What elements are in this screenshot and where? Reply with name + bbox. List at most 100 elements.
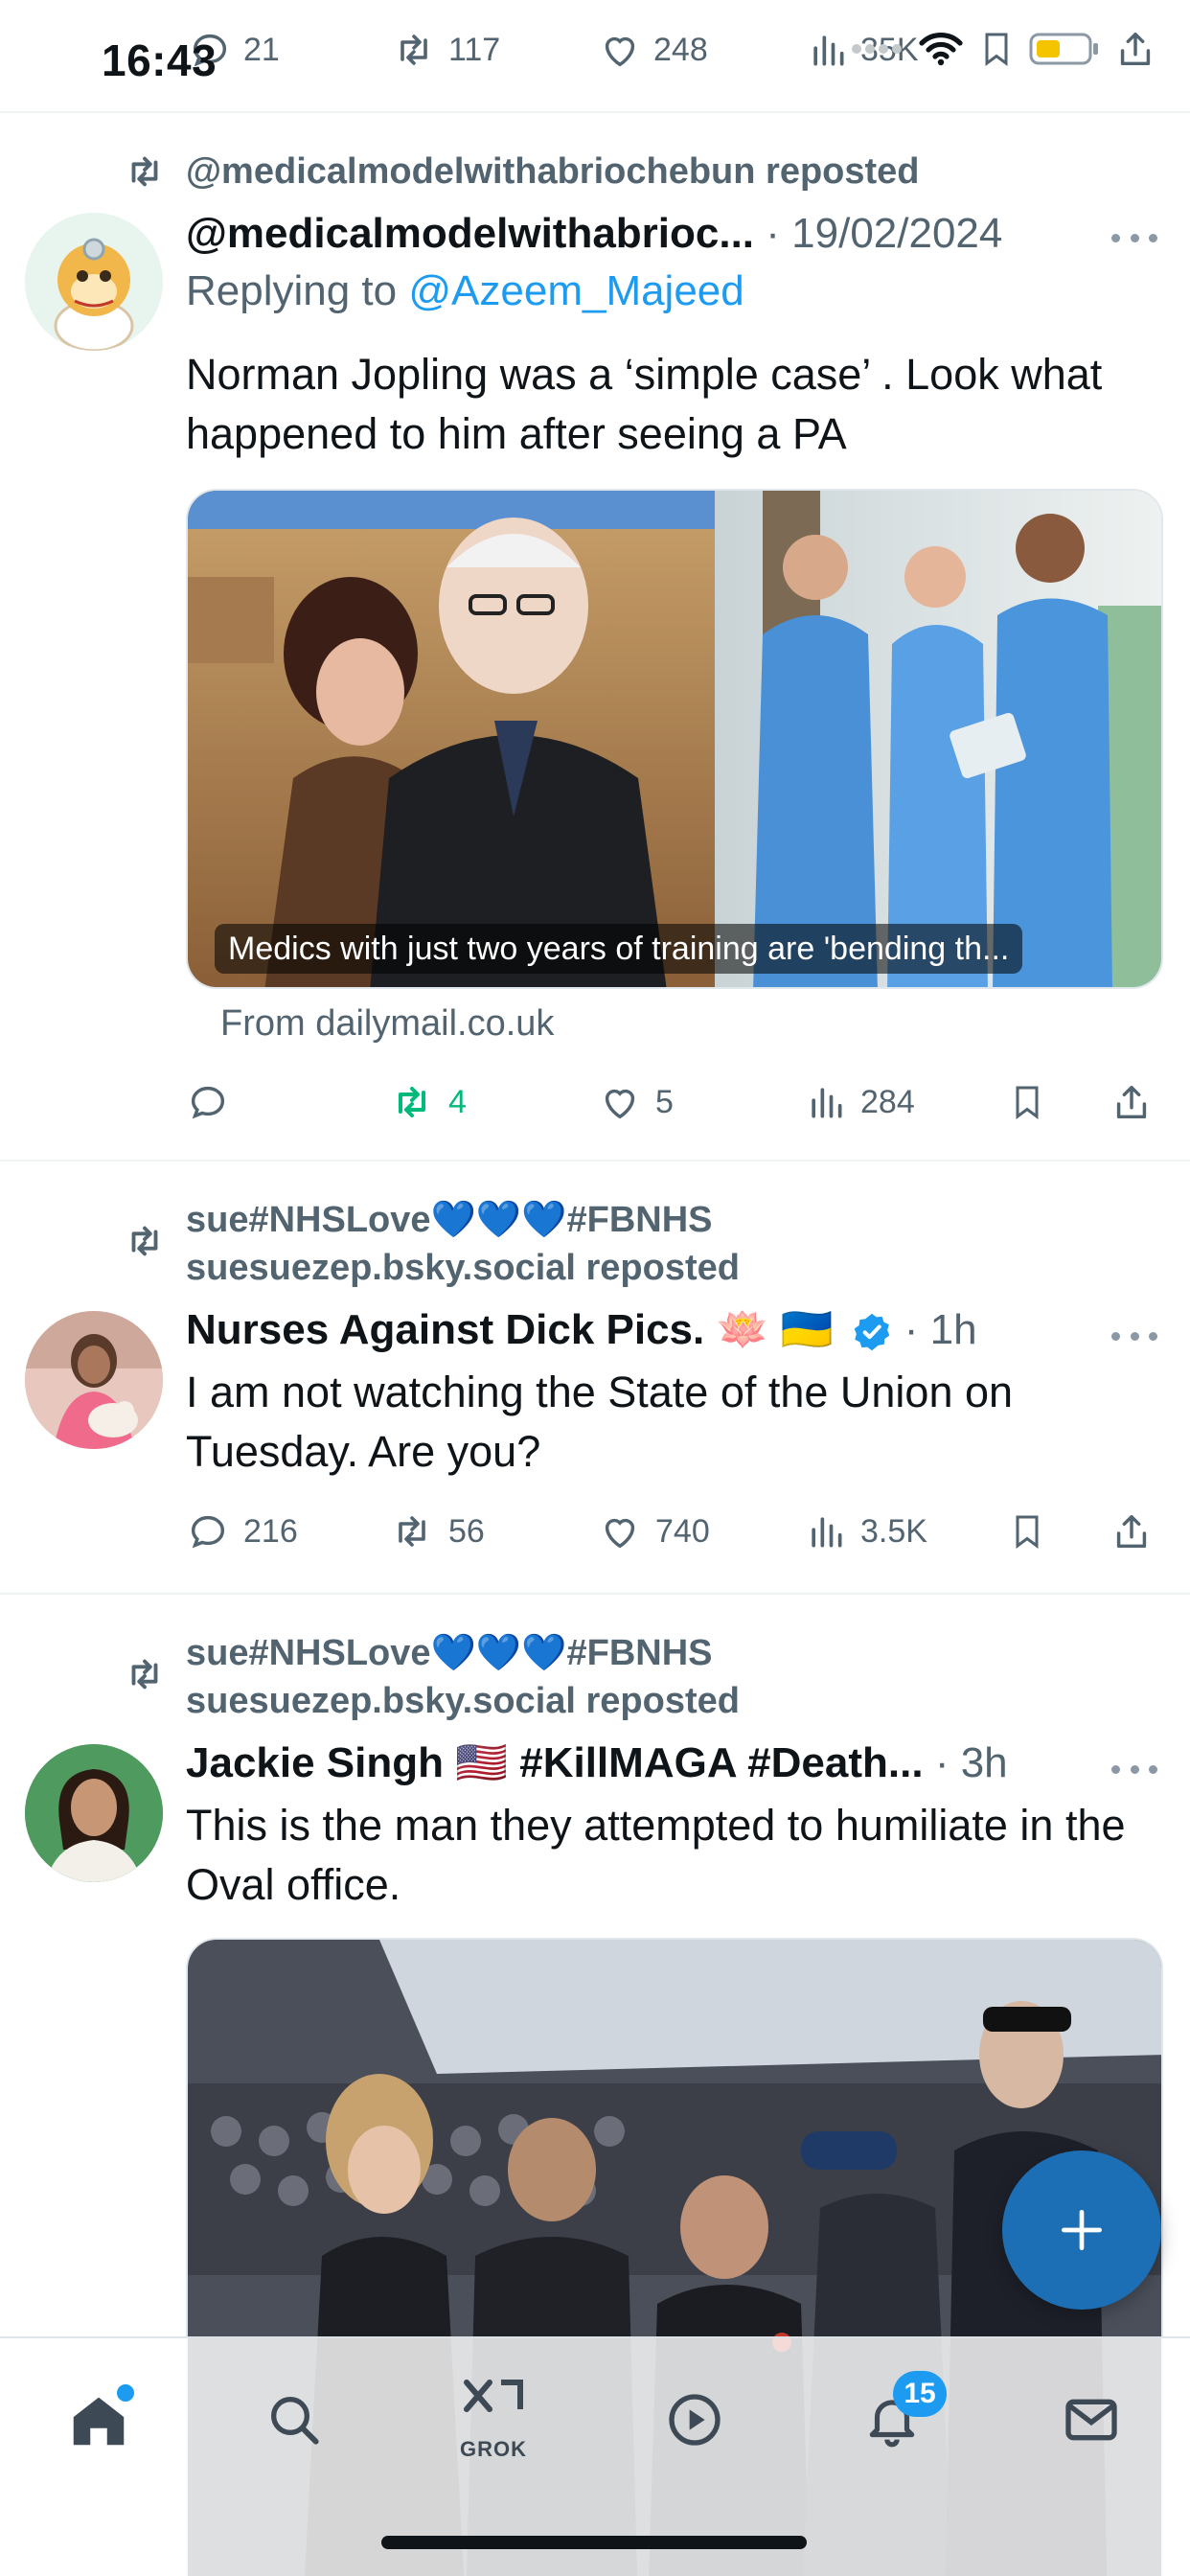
views-count: 3.5K <box>860 1512 927 1550</box>
nav-home[interactable] <box>56 2377 142 2463</box>
repost-icon <box>123 1652 167 1701</box>
like-button[interactable]: 740 <box>598 1503 710 1560</box>
like-button[interactable]: 5 <box>598 1073 674 1131</box>
more-options-icon[interactable] <box>1111 228 1157 247</box>
repost-icon <box>123 1219 167 1268</box>
tweet-time[interactable]: · 1h <box>904 1306 977 1353</box>
header-repost-action[interactable]: 117 <box>391 27 500 73</box>
repost-count: 4 <box>448 1083 467 1120</box>
play-icon <box>664 2389 725 2450</box>
repost-icon <box>123 150 167 198</box>
share-button[interactable] <box>1110 1073 1154 1131</box>
signal-dots-icon <box>851 42 904 56</box>
reply-icon <box>186 1080 230 1124</box>
nav-messages[interactable] <box>1048 2377 1134 2463</box>
views-button[interactable]: 284 <box>805 1073 915 1131</box>
notifications-badge: 15 <box>893 2371 947 2417</box>
tweet-text: I am not watching the State of the Union… <box>186 1368 1014 1476</box>
link-card-caption: Medics with just two years of training a… <box>215 924 1023 974</box>
header-like-action[interactable]: 248 <box>598 27 708 73</box>
nav-search[interactable] <box>251 2377 337 2463</box>
share-icon <box>1110 1509 1154 1553</box>
header-like-count: 248 <box>653 31 708 68</box>
wifi-icon <box>918 32 964 66</box>
reposted-by-handle[interactable]: suesuezep.bsky.social reposted <box>186 1677 740 1725</box>
reply-button[interactable]: 216 <box>186 1503 298 1560</box>
heart-icon <box>598 28 642 72</box>
reposted-by-name[interactable]: sue#NHSLove💙💙💙#FBNHS <box>186 1629 713 1677</box>
repost-button[interactable]: 56 <box>389 1503 485 1560</box>
avatar[interactable] <box>25 213 163 351</box>
views-count: 284 <box>860 1083 915 1120</box>
reposted-by-handle[interactable]: suesuezep.bsky.social reposted <box>186 1244 740 1292</box>
status-icons <box>851 27 1157 71</box>
reply-count: 216 <box>243 1512 298 1550</box>
header-repost-count: 117 <box>448 31 501 68</box>
repost-icon <box>389 1079 435 1125</box>
share-button[interactable] <box>1110 1503 1154 1560</box>
reposted-by[interactable]: @medicalmodelwithabriochebun reposted <box>186 148 920 196</box>
replying-to-handle[interactable]: @Azeem_Majeed <box>408 267 744 314</box>
search-icon <box>263 2389 325 2450</box>
home-unread-dot <box>117 2384 134 2402</box>
mail-icon <box>1061 2389 1122 2450</box>
tweet-time[interactable]: · 3h <box>935 1739 1008 1786</box>
tweet-1[interactable]: @medicalmodelwithabriochebun reposted @m… <box>0 115 1190 1160</box>
grok-icon <box>459 2378 528 2437</box>
link-card-image[interactable]: Medics with just two years of training a… <box>186 489 1163 989</box>
tweet-header: Jackie Singh 🇺🇸 #KillMAGA #Death... · 3h <box>186 1736 1008 1790</box>
tweet-header: Nurses Against Dick Pics. 🪷 🇺🇦 · 1h <box>186 1303 977 1357</box>
home-indicator <box>381 2536 807 2549</box>
tweet-2[interactable]: sue#NHSLove💙💙💙#FBNHS suesuezep.bsky.soci… <box>0 1162 1190 1593</box>
replying-to: Replying to @Azeem_Majeed <box>186 264 744 318</box>
heart-icon <box>598 1509 642 1553</box>
tweet-actions: 4 5 284 <box>186 1073 1163 1131</box>
nav-notifications[interactable]: 15 <box>849 2371 947 2463</box>
avatar[interactable] <box>25 1311 163 1449</box>
repost-icon <box>389 1508 435 1554</box>
replying-to-prefix: Replying to <box>186 267 409 314</box>
repost-button[interactable]: 4 <box>389 1073 467 1131</box>
views-icon <box>805 1510 847 1552</box>
tweet-date[interactable]: · 19/02/2024 <box>766 210 1002 257</box>
author-name[interactable]: Jackie Singh 🇺🇸 #KillMAGA #Death... <box>186 1739 924 1786</box>
avatar[interactable] <box>25 1744 163 1882</box>
reposted-by-name[interactable]: sue#NHSLove💙💙💙#FBNHS <box>186 1196 713 1244</box>
tweet-header: @medicalmodelwithabrioc... · 19/02/2024 <box>186 207 1002 261</box>
bookmark-icon <box>1008 1080 1046 1124</box>
battery-icon <box>1029 31 1100 67</box>
bookmark-button[interactable] <box>1008 1503 1046 1560</box>
status-bar: 21 117 248 35K 16:43 <box>0 0 1190 113</box>
reply-button[interactable] <box>186 1073 243 1131</box>
more-options-icon[interactable] <box>1111 1760 1157 1779</box>
header-reply-count: 21 <box>243 31 280 68</box>
like-count: 5 <box>655 1083 674 1120</box>
like-count: 740 <box>655 1512 710 1550</box>
reply-icon <box>186 1509 230 1553</box>
nav-video[interactable] <box>652 2377 738 2463</box>
more-options-icon[interactable] <box>1111 1326 1157 1346</box>
status-time: 16:43 <box>102 35 217 85</box>
share-icon <box>1110 1080 1154 1124</box>
verified-badge-icon <box>851 1311 893 1353</box>
tweet-actions: 216 56 740 3.5K <box>186 1503 1163 1560</box>
views-icon <box>807 29 849 71</box>
bookmark-icon[interactable] <box>977 27 1016 71</box>
plus-icon <box>1055 2203 1109 2257</box>
nav-grok[interactable]: GROK <box>450 2377 537 2463</box>
bookmark-button[interactable] <box>1008 1073 1046 1131</box>
grok-label: GROK <box>460 2437 527 2461</box>
compose-button[interactable] <box>1002 2150 1161 2310</box>
repost-icon <box>391 27 437 73</box>
repost-count: 56 <box>448 1512 485 1550</box>
bookmark-icon <box>1008 1509 1046 1553</box>
views-icon <box>805 1081 847 1123</box>
views-button[interactable]: 3.5K <box>805 1503 927 1560</box>
tweet-text: Norman Jopling was a ‘simple case’ . Loo… <box>186 350 1103 458</box>
author-name[interactable]: Nurses Against Dick Pics. 🪷 🇺🇦 <box>186 1306 833 1353</box>
tweet-text: This is the man they attempted to humili… <box>186 1801 1126 1909</box>
heart-icon <box>598 1080 642 1124</box>
share-icon[interactable] <box>1113 27 1157 71</box>
link-source[interactable]: From dailymail.co.uk <box>220 997 554 1050</box>
author-name[interactable]: @medicalmodelwithabrioc... <box>186 210 754 257</box>
